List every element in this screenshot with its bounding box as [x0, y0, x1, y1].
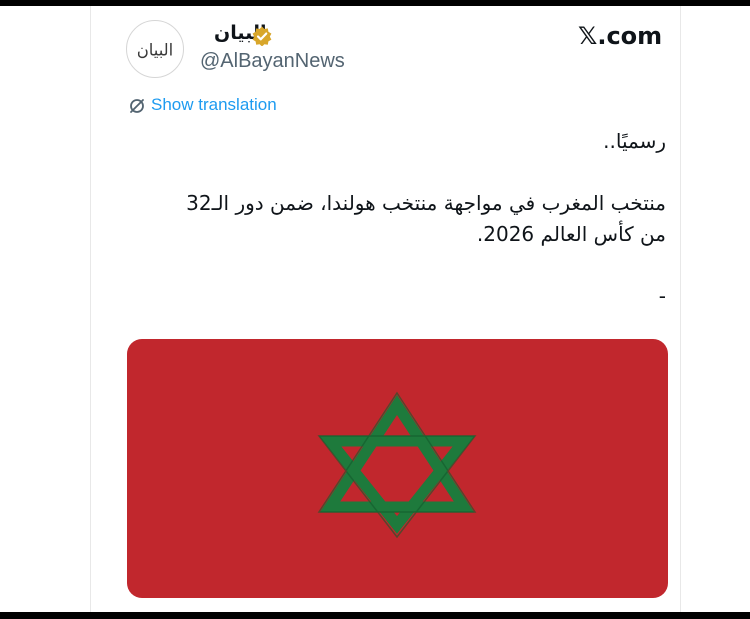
- avatar-logo: البيان: [137, 41, 174, 60]
- x-com-source-label[interactable]: 𝕏.com: [578, 22, 662, 50]
- card-left-border: [90, 6, 91, 612]
- tweet-text-line: منتخب المغرب في مواجهة منتخب هولندا، ضمن…: [186, 191, 666, 215]
- show-translation-link[interactable]: Show translation: [151, 95, 277, 115]
- six-pointed-star-icon: [317, 391, 477, 539]
- avatar-text: البيان: [137, 41, 174, 60]
- top-frame-bar: [0, 0, 750, 6]
- tweet-media-image[interactable]: [127, 339, 668, 598]
- verified-gold-badge-icon: [252, 26, 272, 46]
- translate-icon[interactable]: [128, 97, 146, 115]
- author-handle[interactable]: @AlBayanNews: [200, 50, 345, 73]
- bottom-frame-bar: [0, 612, 750, 619]
- tweet-text-line: من كأس العالم 2026.: [476, 222, 666, 246]
- tweet-text-line: رسميًا..: [603, 129, 666, 153]
- tweet-text: رسميًا.. منتخب المغرب في مواجهة منتخب هو…: [106, 126, 666, 312]
- tweet-text-line: -: [658, 284, 666, 308]
- avatar[interactable]: البيان: [126, 20, 184, 78]
- card-right-border: [680, 6, 681, 612]
